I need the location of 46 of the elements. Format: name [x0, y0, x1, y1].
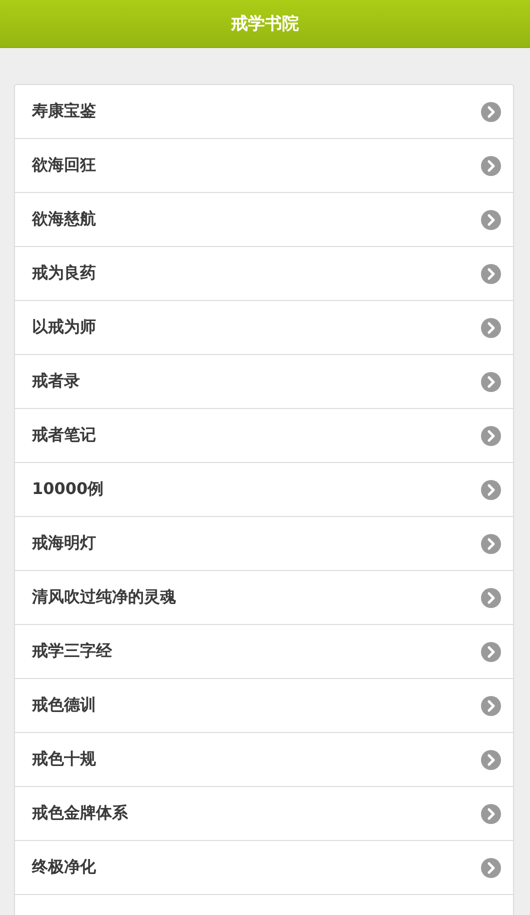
chevron-right-icon [481, 102, 501, 122]
chevron-right-icon [481, 534, 501, 554]
menu-item[interactable]: 戒者笔记 [15, 409, 513, 463]
menu-item[interactable]: 戒者录 [15, 355, 513, 409]
menu-item-label: 戒学三字经 [32, 641, 112, 662]
menu-item[interactable]: 欲海回狂 [15, 139, 513, 193]
menu-item-label: 10000例 [32, 479, 104, 500]
menu-item[interactable]: 清风吹过纯净的灵魂 [15, 571, 513, 625]
menu-item-label: 戒为良药 [32, 263, 96, 284]
menu-item[interactable]: 戒为良药 [15, 247, 513, 301]
chevron-right-icon [481, 750, 501, 770]
menu-item[interactable]: 戒学三字经 [15, 625, 513, 679]
chevron-right-icon [481, 210, 501, 230]
chevron-right-icon [481, 642, 501, 662]
menu-item-label: 欲海回狂 [32, 155, 96, 176]
menu-item[interactable]: 戒色德训 [15, 679, 513, 733]
menu-item[interactable]: 以戒为师 [15, 301, 513, 355]
menu-item[interactable]: 戒色金牌体系 [15, 787, 513, 841]
chevron-right-icon [481, 372, 501, 392]
chevron-right-icon [481, 588, 501, 608]
menu-item[interactable]: 寿康宝鉴 [15, 85, 513, 139]
menu-item-label: 欲海慈航 [32, 209, 96, 230]
menu-item[interactable]: 欲海慈航 [15, 193, 513, 247]
menu-item[interactable]: 终极净化 [15, 841, 513, 895]
chevron-right-icon [481, 426, 501, 446]
menu-item[interactable]: 戒色十规 [15, 733, 513, 787]
menu-item-label: 戒者笔记 [32, 425, 96, 446]
chevron-right-icon [481, 318, 501, 338]
menu-item-label: 以戒为师 [32, 317, 96, 338]
menu-item-label: 戒色十规 [32, 749, 96, 770]
menu-item-label: 戒色德训 [32, 695, 96, 716]
chevron-right-icon [481, 696, 501, 716]
chevron-right-icon [481, 804, 501, 824]
menu-item-label: 终极净化 [32, 857, 96, 878]
chevron-right-icon [481, 156, 501, 176]
menu-item[interactable]: 戒海明灯 [15, 517, 513, 571]
chevron-right-icon [481, 858, 501, 878]
menu-item-label: 戒色金牌体系 [32, 803, 128, 824]
menu-item[interactable]: 10000例 [15, 463, 513, 517]
menu-item-label: 清风吹过纯净的灵魂 [32, 587, 176, 608]
header-title: 戒学书院 [231, 13, 299, 35]
chevron-right-icon [481, 264, 501, 284]
menu-item-label: 戒海明灯 [32, 533, 96, 554]
menu-item-label: 戒者录 [32, 371, 80, 392]
menu-item-label: 寿康宝鉴 [32, 101, 96, 122]
chevron-right-icon [481, 480, 501, 500]
